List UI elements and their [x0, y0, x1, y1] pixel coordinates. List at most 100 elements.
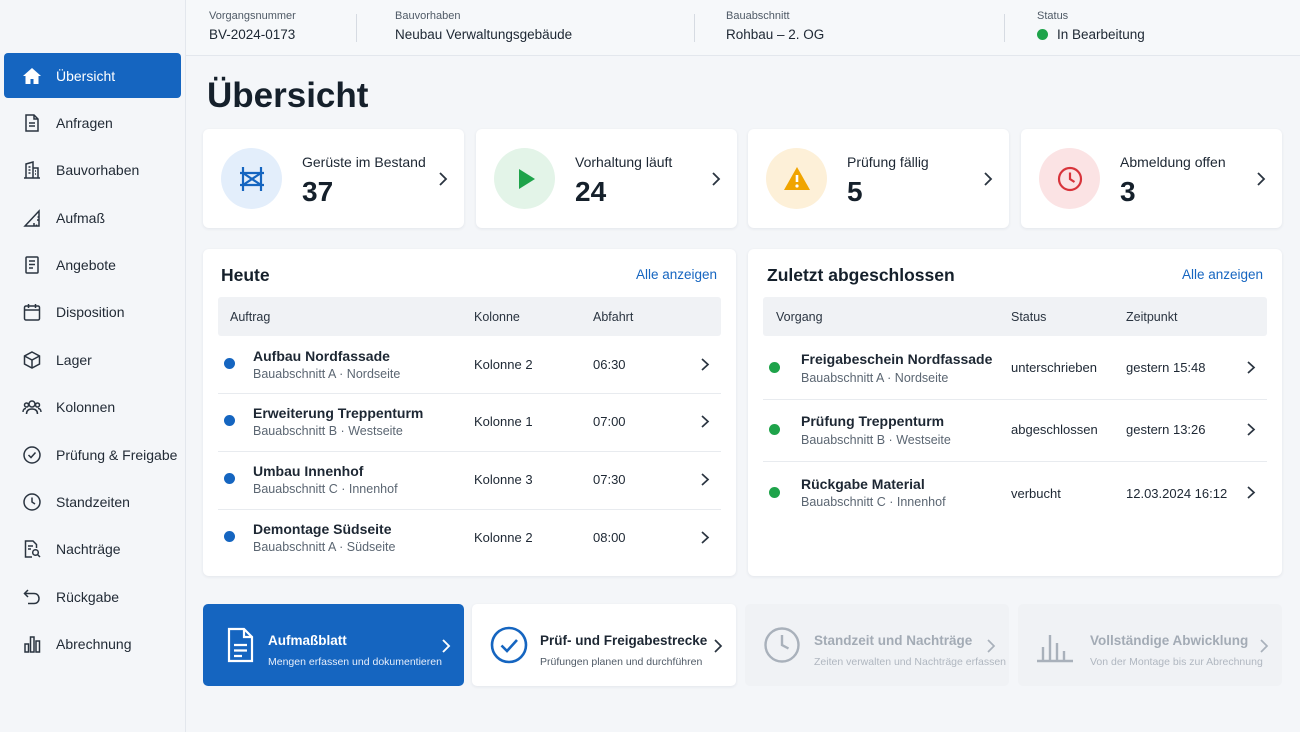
chevron-right-icon [984, 172, 993, 186]
kpi-label: Vorhaltung läuft [575, 154, 673, 170]
clock-icon [22, 492, 42, 512]
action-subtitle: Prüfungen planen und durchführen [540, 656, 703, 668]
document-icon [227, 627, 254, 663]
sidebar: Übersicht Anfragen Bauvorhaben Aufmaß An… [0, 0, 186, 732]
action-subtitle: Zeiten verwalten und Nachträge erfassen [814, 656, 1007, 668]
row-time: gestern 15:48 [1126, 360, 1206, 375]
status-text: In Bearbeitung [1057, 27, 1145, 42]
table-header: Auftrag Kolonne Abfahrt [218, 297, 721, 336]
chevron-right-icon [439, 172, 448, 186]
table-row[interactable]: Freigabeschein Nordfassade Bauabschnitt … [763, 337, 1267, 399]
box-icon [22, 350, 42, 370]
alarm-clock-icon [1039, 148, 1100, 209]
page-title: Übersicht [207, 76, 369, 115]
header-field-label: Vorgangsnummer [209, 10, 296, 22]
show-all-link[interactable]: Alle anzeigen [1182, 267, 1263, 282]
status-dot [224, 415, 235, 426]
table-row[interactable]: Rückgabe Material Bauabschnitt C · Innen… [763, 462, 1267, 524]
table-row[interactable]: Aufbau Nordfassade Bauabschnitt A · Nord… [218, 337, 721, 393]
kpi-value: 24 [575, 176, 607, 207]
sidebar-item-label: Angebote [56, 257, 116, 274]
sidebar-item-disposition[interactable]: Disposition [4, 290, 181, 335]
table-header: Vorgang Status Zeitpunkt [763, 297, 1267, 336]
action-aufmassblatt[interactable]: Aufmaßblatt Mengen erfassen und dokument… [203, 604, 464, 686]
sidebar-item-uebersicht[interactable]: Übersicht [4, 53, 181, 98]
row-title: Freigabeschein Nordfassade [801, 351, 993, 367]
table-row[interactable]: Demontage Südseite Bauabschnitt A · Süds… [218, 510, 721, 567]
header-divider [694, 14, 695, 42]
ruler-triangle-icon [22, 208, 42, 228]
chevron-right-icon [712, 172, 721, 186]
status-dot [224, 473, 235, 484]
status-dot [769, 362, 780, 373]
kpi-value: 5 [847, 176, 863, 207]
kpi-label: Gerüste im Bestand [302, 154, 426, 170]
row-subtitle: Bauabschnitt B · Westseite [253, 424, 403, 438]
sidebar-item-standzeiten[interactable]: Standzeiten [4, 480, 181, 525]
sidebar-item-pruefung-freigabe[interactable]: Prüfung & Freigabe [4, 432, 181, 477]
sidebar-item-label: Disposition [56, 304, 125, 321]
row-subtitle: Bauabschnitt C · Innenhof [801, 495, 946, 509]
kpi-card-geruestbestand[interactable]: Gerüste im Bestand 37 [203, 129, 464, 228]
sidebar-item-abrechnung[interactable]: Abrechnung [4, 622, 181, 667]
column-header: Kolonne [474, 310, 520, 324]
sidebar-item-aufmass[interactable]: Aufmaß [4, 195, 181, 240]
row-time: 12.03.2024 16:12 [1126, 486, 1228, 501]
header-field-bauabschnitt: Bauabschnitt Rohbau – 2. OG [726, 10, 824, 42]
sidebar-item-kolonnen[interactable]: Kolonnen [4, 385, 181, 430]
check-circle-icon [22, 445, 42, 465]
kpi-value: 37 [302, 176, 334, 207]
chevron-right-icon [701, 531, 710, 544]
column-header: Vorgang [776, 310, 823, 324]
sidebar-item-nachtraege[interactable]: Nachträge [4, 527, 181, 572]
clock-icon [764, 627, 800, 663]
row-title: Aufbau Nordfassade [253, 348, 390, 364]
check-circle-icon [490, 626, 528, 664]
kpi-card-pruefung[interactable]: Prüfung fällig 5 [748, 129, 1009, 228]
bar-chart-icon [22, 634, 42, 654]
scaffold-icon [221, 148, 282, 209]
sidebar-item-lager[interactable]: Lager [4, 337, 181, 382]
sidebar-item-angebote[interactable]: Angebote [4, 243, 181, 288]
sidebar-item-label: Aufmaß [56, 209, 106, 226]
row-status: verbucht [1011, 486, 1061, 501]
status-dot [224, 358, 235, 369]
document-icon [22, 113, 42, 133]
home-icon [22, 66, 42, 86]
chevron-right-icon [442, 639, 451, 653]
table-row[interactable]: Prüfung Treppenturm Bauabschnitt B · Wes… [763, 400, 1267, 462]
kpi-card-abmeldung[interactable]: Abmeldung offen 3 [1021, 129, 1282, 228]
action-standzeit-nachtraege: Standzeit und Nachträge Zeiten verwalten… [745, 604, 1009, 686]
chevron-right-icon [987, 639, 996, 653]
kpi-card-vorhaltung[interactable]: Vorhaltung läuft 24 [476, 129, 737, 228]
bar-chart-icon [1037, 635, 1073, 663]
row-kolonne: Kolonne 1 [474, 414, 533, 429]
sidebar-item-label: Prüfung & Freigabe [56, 446, 178, 463]
action-title: Aufmaßblatt [268, 633, 347, 648]
list-document-icon [22, 255, 42, 275]
status-dot [1037, 29, 1048, 40]
row-title: Rückgabe Material [801, 476, 925, 492]
chevron-right-icon [701, 358, 710, 371]
chevron-right-icon [701, 415, 710, 428]
row-subtitle: Bauabschnitt B · Westseite [801, 433, 951, 447]
play-icon [494, 148, 555, 209]
action-pruef-freigabestrecke[interactable]: Prüf- und Freigabestrecke Prüfungen plan… [472, 604, 736, 686]
sidebar-item-label: Übersicht [56, 67, 116, 84]
sidebar-item-label: Rückgabe [56, 588, 120, 605]
row-time: gestern 13:26 [1126, 422, 1206, 437]
status-dot [224, 531, 235, 542]
sidebar-item-anfragen[interactable]: Anfragen [4, 100, 181, 145]
sidebar-item-bauvorhaben[interactable]: Bauvorhaben [4, 148, 181, 193]
header-field-value: Neubau Verwaltungsgebäude [395, 27, 573, 42]
table-row[interactable]: Erweiterung Treppenturm Bauabschnitt B ·… [218, 394, 721, 451]
sidebar-item-label: Anfragen [56, 114, 113, 131]
today-panel: Heute Alle anzeigen Auftrag Kolonne Abfa… [203, 249, 736, 576]
row-subtitle: Bauabschnitt C · Innenhof [253, 482, 398, 496]
action-subtitle: Von der Montage bis zur Abrechnung [1090, 656, 1263, 668]
table-row[interactable]: Umbau Innenhof Bauabschnitt C · Innenhof… [218, 452, 721, 509]
action-title: Standzeit und Nachträge [814, 633, 973, 648]
show-all-link[interactable]: Alle anzeigen [636, 267, 717, 282]
sidebar-item-rueckgabe[interactable]: Rückgabe [4, 574, 181, 619]
team-icon [22, 397, 42, 417]
